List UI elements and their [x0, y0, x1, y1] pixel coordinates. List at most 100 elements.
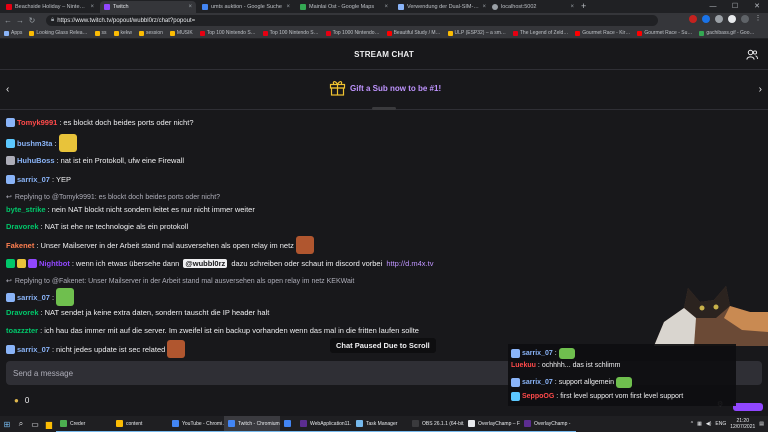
- moderator-badge-icon[interactable]: [6, 259, 15, 268]
- subscriber-badge-icon[interactable]: [6, 344, 15, 354]
- bookmark-item[interactable]: ss: [94, 30, 107, 36]
- extension-icon[interactable]: [689, 15, 697, 23]
- maximize-icon[interactable]: ☐: [724, 0, 746, 13]
- language-indicator[interactable]: ENG: [715, 421, 726, 427]
- chat-username[interactable]: sarrix_07: [17, 345, 50, 354]
- taskbar-app[interactable]: [280, 416, 296, 432]
- chat-username[interactable]: HuhuBoss: [17, 156, 55, 165]
- minimize-icon[interactable]: —: [702, 0, 724, 13]
- bookmark-item[interactable]: MUSIK: [169, 30, 193, 36]
- bookmark-item[interactable]: The Legend of Zeld…: [512, 30, 568, 36]
- puzzle-icon[interactable]: [728, 15, 736, 23]
- extension-icon[interactable]: [715, 15, 723, 23]
- taskbar-app[interactable]: Task Manager: [352, 416, 408, 432]
- bot-badge-icon[interactable]: [28, 259, 37, 268]
- address-bar[interactable]: 🔒︎ https://www.twitch.tv/popout/wubbl0rz…: [46, 15, 658, 26]
- task-view-icon[interactable]: ▭: [28, 416, 42, 432]
- sub-gift-link[interactable]: Gift a Sub now to be #1!: [350, 84, 441, 93]
- chat-username[interactable]: sarrix_07: [17, 175, 50, 184]
- network-icon[interactable]: ▦: [697, 421, 702, 427]
- extension-icon[interactable]: [702, 15, 710, 23]
- chat-username[interactable]: Tomyk9991: [17, 118, 57, 127]
- menu-dots-icon[interactable]: ⋮: [754, 15, 762, 23]
- show-hidden-icons-icon[interactable]: ^: [691, 421, 693, 427]
- chat-paused-banner[interactable]: Chat Paused Due to Scroll: [330, 338, 436, 353]
- taskbar-app[interactable]: OverlayChamp – F…: [464, 416, 520, 432]
- chat-send-button[interactable]: [733, 403, 763, 411]
- tab-twitch[interactable]: Twitch ×: [100, 1, 196, 13]
- taskbar-app[interactable]: WebApplication11…: [296, 416, 352, 432]
- new-tab-button[interactable]: +: [581, 1, 586, 11]
- taskbar-app[interactable]: OBS 26.1.1 (64-bit,…: [408, 416, 464, 432]
- tab-dual-sim[interactable]: Verwendung der Dual-SIM-Funk… ×: [394, 1, 490, 13]
- volume-icon[interactable]: ◀): [706, 421, 712, 427]
- bookmark-item[interactable]: kekw: [113, 30, 132, 36]
- taskbar-app[interactable]: Creder: [56, 416, 112, 432]
- reply-context[interactable]: ↩ Replying to @Tomyk9991: es blockt doch…: [6, 193, 220, 202]
- forward-icon[interactable]: →: [14, 16, 26, 25]
- close-tab-icon[interactable]: ×: [482, 4, 486, 10]
- profile-avatar-icon[interactable]: [741, 15, 749, 23]
- chat-username[interactable]: byte_strike: [6, 205, 46, 214]
- bookmark-item[interactable]: gachibass.gif - Goo…: [699, 30, 755, 36]
- kekw-emote-icon[interactable]: [295, 236, 314, 254]
- verified-badge-icon[interactable]: [17, 259, 26, 268]
- chevron-left-icon[interactable]: ‹: [6, 84, 9, 95]
- close-window-icon[interactable]: ✕: [746, 0, 768, 13]
- bookmark-item[interactable]: session: [138, 30, 163, 36]
- tab-google-maps[interactable]: Mainlai Ost - Google Maps ×: [296, 1, 392, 13]
- taskbar-app[interactable]: content: [112, 416, 168, 432]
- chat-username[interactable]: Dravorek: [6, 308, 39, 317]
- taskbar-app-label: WebApplication11…: [310, 420, 352, 427]
- prime-badge-icon[interactable]: [6, 138, 15, 148]
- notifications-icon[interactable]: ▤: [759, 421, 764, 427]
- system-clock[interactable]: 21:20 12/07/2021: [730, 418, 755, 430]
- chevron-right-icon[interactable]: ›: [759, 84, 762, 95]
- back-icon[interactable]: ←: [2, 16, 14, 25]
- bookmark-item[interactable]: Gourmet Race - Kir…: [575, 30, 630, 36]
- bookmark-item[interactable]: Top 100 Nintendo S…: [262, 30, 319, 36]
- chat-username[interactable]: Nightbot: [39, 259, 70, 268]
- tab-beachside[interactable]: Beachside Holiday – Ninten… ×: [2, 1, 98, 13]
- file-explorer-icon[interactable]: ▆: [42, 416, 56, 432]
- chat-username[interactable]: Fakenet: [6, 241, 34, 250]
- community-users-icon[interactable]: [746, 49, 758, 61]
- bits-badge-icon[interactable]: [6, 156, 15, 165]
- bookmark-item[interactable]: Looking Glass Relea…: [29, 30, 88, 36]
- reload-icon[interactable]: ↻: [26, 16, 38, 25]
- kekw-emote-icon[interactable]: [167, 340, 186, 358]
- chat-username[interactable]: Dravorek: [6, 222, 39, 231]
- subscriber-badge-icon[interactable]: [6, 118, 15, 127]
- reply-context[interactable]: ↩ Replying to @Fakenet: Unser Mailserver…: [6, 277, 354, 286]
- chat-username[interactable]: toazzzter: [6, 326, 38, 335]
- close-tab-icon[interactable]: ×: [570, 4, 574, 10]
- windows-start-icon[interactable]: ⊞: [0, 416, 14, 432]
- chat-username[interactable]: bushm3ta: [17, 139, 52, 148]
- user-mention[interactable]: @wubbl0rz: [183, 259, 228, 268]
- taskbar-app[interactable]: YouTube - Chromi…: [168, 416, 224, 432]
- taskbar-app[interactable]: OverlayChamp -: [520, 416, 576, 432]
- bookmark-item[interactable]: ULP (ESP32) – a sm…: [447, 30, 506, 36]
- search-icon[interactable]: ⌕: [14, 416, 28, 432]
- taskbar-app[interactable]: Twitch - Chromium: [224, 416, 280, 432]
- tab-localhost[interactable]: localhost:5002 ×: [488, 1, 578, 13]
- bookmark-item[interactable]: Top 100 Nintendo S…: [199, 30, 256, 36]
- close-tab-icon[interactable]: ×: [188, 4, 192, 10]
- channel-points[interactable]: ● 0: [14, 396, 29, 405]
- close-tab-icon[interactable]: ×: [90, 4, 94, 10]
- bookmark-item[interactable]: Apps: [4, 30, 22, 36]
- bookmark-item[interactable]: Beautiful Study / M…: [386, 30, 441, 36]
- taskbar-app-label: OBS 26.1.1 (64-bit,…: [422, 420, 464, 427]
- bookmark-item[interactable]: Top 1000 Nintendo…: [325, 30, 380, 36]
- banner-drag-handle[interactable]: [372, 107, 396, 110]
- subscriber-badge-icon[interactable]: [6, 292, 15, 302]
- chat-username[interactable]: sarrix_07: [17, 293, 50, 302]
- close-tab-icon[interactable]: ×: [384, 4, 388, 10]
- subscriber-badge-icon[interactable]: [6, 175, 15, 184]
- frog-emote-icon[interactable]: [56, 288, 75, 306]
- close-tab-icon[interactable]: ×: [286, 4, 290, 10]
- tab-google-search[interactable]: umts auktion - Google Suche ×: [198, 1, 294, 13]
- bookmark-item[interactable]: Gourmet Race - Su…: [637, 30, 692, 36]
- discord-link[interactable]: http://d.m4x.tv: [386, 259, 433, 268]
- pikachu-emote-icon[interactable]: [58, 134, 77, 152]
